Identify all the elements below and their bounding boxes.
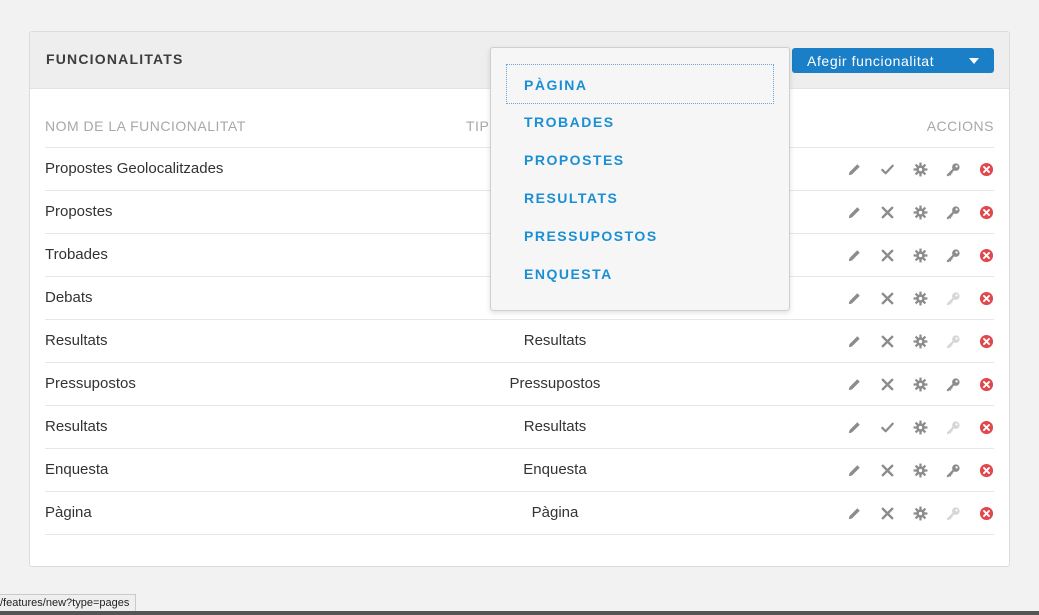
dropdown-item-pagina[interactable]: PÀGINA: [506, 64, 774, 104]
delete-icon[interactable]: [961, 333, 994, 349]
dropdown-item-label: ENQUESTA: [524, 266, 613, 282]
dropdown-item-propostes[interactable]: PROPOSTES: [506, 140, 774, 178]
delete-icon[interactable]: [961, 419, 994, 435]
settings-gear-icon[interactable]: [895, 161, 928, 177]
feature-name: Pressupostos: [45, 375, 136, 392]
column-header-actions: ACCIONS: [926, 118, 994, 134]
table-row: Enquesta Enquesta: [45, 449, 994, 492]
row-actions: [829, 290, 994, 306]
status-bar-url: /features/new?type=pages: [0, 594, 137, 612]
page-title: FUNCIONALITATS: [46, 51, 184, 67]
delete-icon[interactable]: [961, 161, 994, 177]
delete-icon[interactable]: [961, 204, 994, 220]
feature-type: Pressupostos: [509, 375, 601, 392]
delete-icon[interactable]: [961, 376, 994, 392]
permissions-key-icon[interactable]: [928, 247, 961, 263]
feature-name: Trobades: [45, 246, 108, 263]
permissions-key-icon[interactable]: [928, 462, 961, 478]
permissions-key-icon[interactable]: [928, 161, 961, 177]
dropdown-item-label: RESULTATS: [524, 190, 619, 206]
permissions-key-icon[interactable]: [928, 204, 961, 220]
row-actions: [829, 247, 994, 263]
settings-gear-icon[interactable]: [895, 333, 928, 349]
feature-type: Resultats: [523, 418, 587, 435]
row-actions: [829, 161, 994, 177]
feature-name: Pàgina: [45, 504, 92, 521]
column-header-type: TIP: [466, 118, 490, 134]
edit-pencil-icon[interactable]: [829, 376, 862, 392]
edit-pencil-icon[interactable]: [829, 204, 862, 220]
dropdown-item-label: TROBADES: [524, 114, 615, 130]
dropdown-item-trobades[interactable]: TROBADES: [506, 102, 774, 140]
unpublish-x-icon[interactable]: [862, 333, 895, 349]
settings-gear-icon[interactable]: [895, 376, 928, 392]
edit-pencil-icon[interactable]: [829, 419, 862, 435]
edit-pencil-icon[interactable]: [829, 161, 862, 177]
bottom-divider: [0, 611, 1039, 615]
delete-icon[interactable]: [961, 247, 994, 263]
dropdown-item-pressupostos[interactable]: PRESSUPOSTOS: [506, 216, 774, 254]
feature-type-dropdown: PÀGINA TROBADES PROPOSTES RESULTATS PRESSUPO…: [490, 47, 790, 311]
unpublish-x-icon[interactable]: [862, 505, 895, 521]
add-feature-button-label: Afegir funcionalitat: [807, 52, 935, 69]
dropdown-item-label: PRESSUPOSTOS: [524, 228, 658, 244]
unpublish-x-icon[interactable]: [862, 290, 895, 306]
feature-name: Enquesta: [45, 461, 109, 478]
feature-name: Propostes Geolocalitzades: [45, 160, 224, 177]
table-row: Resultats Resultats: [45, 406, 994, 449]
publish-check-icon[interactable]: [862, 419, 895, 435]
edit-pencil-icon[interactable]: [829, 247, 862, 263]
dropdown-item-enquesta[interactable]: ENQUESTA: [506, 254, 774, 292]
column-header-name: NOM DE LA FUNCIONALITAT: [45, 118, 246, 134]
permissions-key-icon: [928, 290, 961, 306]
feature-name: Propostes: [45, 203, 113, 220]
row-actions: [829, 419, 994, 435]
table-row: Pressupostos Pressupostos: [45, 363, 994, 406]
feature-name: Resultats: [45, 418, 108, 435]
permissions-key-icon: [928, 505, 961, 521]
delete-icon[interactable]: [961, 505, 994, 521]
feature-type: Pàgina: [531, 504, 579, 521]
edit-pencil-icon[interactable]: [829, 505, 862, 521]
settings-gear-icon[interactable]: [895, 290, 928, 306]
feature-type: Resultats: [523, 332, 587, 349]
edit-pencil-icon[interactable]: [829, 333, 862, 349]
table-row: Resultats Resultats: [45, 320, 994, 363]
unpublish-x-icon[interactable]: [862, 204, 895, 220]
unpublish-x-icon[interactable]: [862, 376, 895, 392]
feature-name: Resultats: [45, 332, 108, 349]
settings-gear-icon[interactable]: [895, 462, 928, 478]
edit-pencil-icon[interactable]: [829, 462, 862, 478]
feature-type: Enquesta: [523, 461, 587, 478]
settings-gear-icon[interactable]: [895, 419, 928, 435]
row-actions: [829, 462, 994, 478]
row-actions: [829, 505, 994, 521]
delete-icon[interactable]: [961, 462, 994, 478]
caret-down-icon: [969, 58, 979, 64]
unpublish-x-icon[interactable]: [862, 462, 895, 478]
row-actions: [829, 333, 994, 349]
permissions-key-icon[interactable]: [928, 376, 961, 392]
permissions-key-icon: [928, 333, 961, 349]
settings-gear-icon[interactable]: [895, 204, 928, 220]
edit-pencil-icon[interactable]: [829, 290, 862, 306]
row-actions: [829, 376, 994, 392]
dropdown-item-label: PÀGINA: [524, 77, 588, 93]
row-actions: [829, 204, 994, 220]
settings-gear-icon[interactable]: [895, 505, 928, 521]
feature-name: Debats: [45, 289, 93, 306]
table-row: Pàgina Pàgina: [45, 492, 994, 535]
settings-gear-icon[interactable]: [895, 247, 928, 263]
unpublish-x-icon[interactable]: [862, 247, 895, 263]
add-feature-button[interactable]: Afegir funcionalitat: [792, 48, 994, 73]
dropdown-item-label: PROPOSTES: [524, 152, 625, 168]
dropdown-item-resultats[interactable]: RESULTATS: [506, 178, 774, 216]
publish-check-icon[interactable]: [862, 161, 895, 177]
delete-icon[interactable]: [961, 290, 994, 306]
permissions-key-icon: [928, 419, 961, 435]
